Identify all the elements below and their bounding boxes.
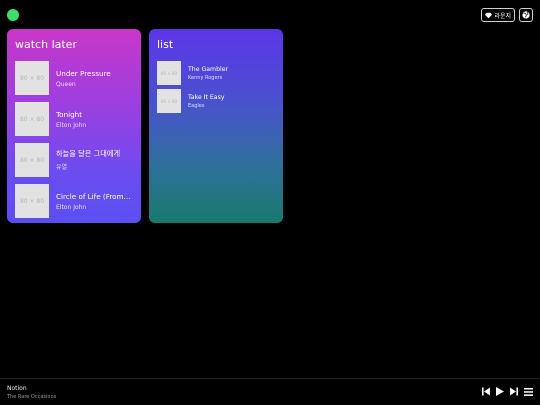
next-icon[interactable] bbox=[510, 387, 518, 396]
globe-icon bbox=[522, 11, 530, 19]
song-artist: Elton John bbox=[56, 121, 87, 129]
song-artist: Eagles bbox=[188, 102, 205, 109]
now-playing-title: Notion bbox=[7, 385, 27, 392]
list-item[interactable]: 80 × 80 Under Pressure Queen bbox=[15, 61, 133, 95]
thumbnail: 80 × 80 bbox=[15, 61, 49, 95]
diamond-icon bbox=[485, 12, 493, 18]
song-title: Take It Easy bbox=[188, 93, 225, 101]
song-title: The Gambler bbox=[188, 65, 229, 73]
thumbnail: 80 × 80 bbox=[15, 184, 49, 218]
thumbnail: 80 × 80 bbox=[157, 61, 181, 85]
status-indicator bbox=[7, 9, 19, 21]
header-actions: 라운지 bbox=[481, 8, 533, 22]
song-artist: 유열 bbox=[56, 164, 68, 171]
previous-icon[interactable] bbox=[482, 387, 490, 396]
song-title: Under Pressure bbox=[56, 68, 111, 78]
song-title: Circle of Life (From… bbox=[56, 191, 131, 201]
play-icon[interactable] bbox=[496, 387, 504, 396]
list-card: list 80 × 80 The Gambler Kenny Rogers 80… bbox=[149, 29, 283, 223]
menu-icon[interactable] bbox=[524, 387, 533, 396]
now-playing-artist: The Rare Occasions bbox=[7, 394, 57, 400]
song-artist: Kenny Rogers bbox=[188, 74, 223, 81]
list-item[interactable]: 80 × 80 Take It Easy Eagles bbox=[157, 89, 275, 113]
song-artist: Queen bbox=[56, 80, 76, 88]
thumbnail: 80 × 80 bbox=[15, 143, 49, 177]
lounge-button[interactable]: 라운지 bbox=[481, 8, 515, 22]
thumbnail: 80 × 80 bbox=[157, 89, 181, 113]
list-item[interactable]: 80 × 80 The Gambler Kenny Rogers bbox=[157, 61, 275, 85]
thumbnail: 80 × 80 bbox=[15, 102, 49, 136]
list-item[interactable]: 80 × 80 하늘을 달은 그대에게 유열 bbox=[15, 143, 133, 177]
watch-later-card: watch later 80 × 80 Under Pressure Queen… bbox=[7, 29, 141, 223]
player-controls bbox=[482, 387, 533, 396]
list-item[interactable]: 80 × 80 Circle of Life (From… Elton John bbox=[15, 184, 133, 218]
song-title: Tonight bbox=[56, 109, 83, 119]
song-title: 하늘을 달은 그대에게 bbox=[56, 149, 121, 158]
song-artist: Elton John bbox=[56, 203, 87, 211]
list-title: list bbox=[157, 38, 174, 51]
lounge-label: 라운지 bbox=[494, 12, 511, 20]
player-bar: Notion The Rare Occasions bbox=[0, 378, 540, 405]
list-item[interactable]: 80 × 80 Tonight Elton John bbox=[15, 102, 133, 136]
watch-later-title: watch later bbox=[15, 38, 77, 51]
language-button[interactable] bbox=[519, 8, 533, 22]
